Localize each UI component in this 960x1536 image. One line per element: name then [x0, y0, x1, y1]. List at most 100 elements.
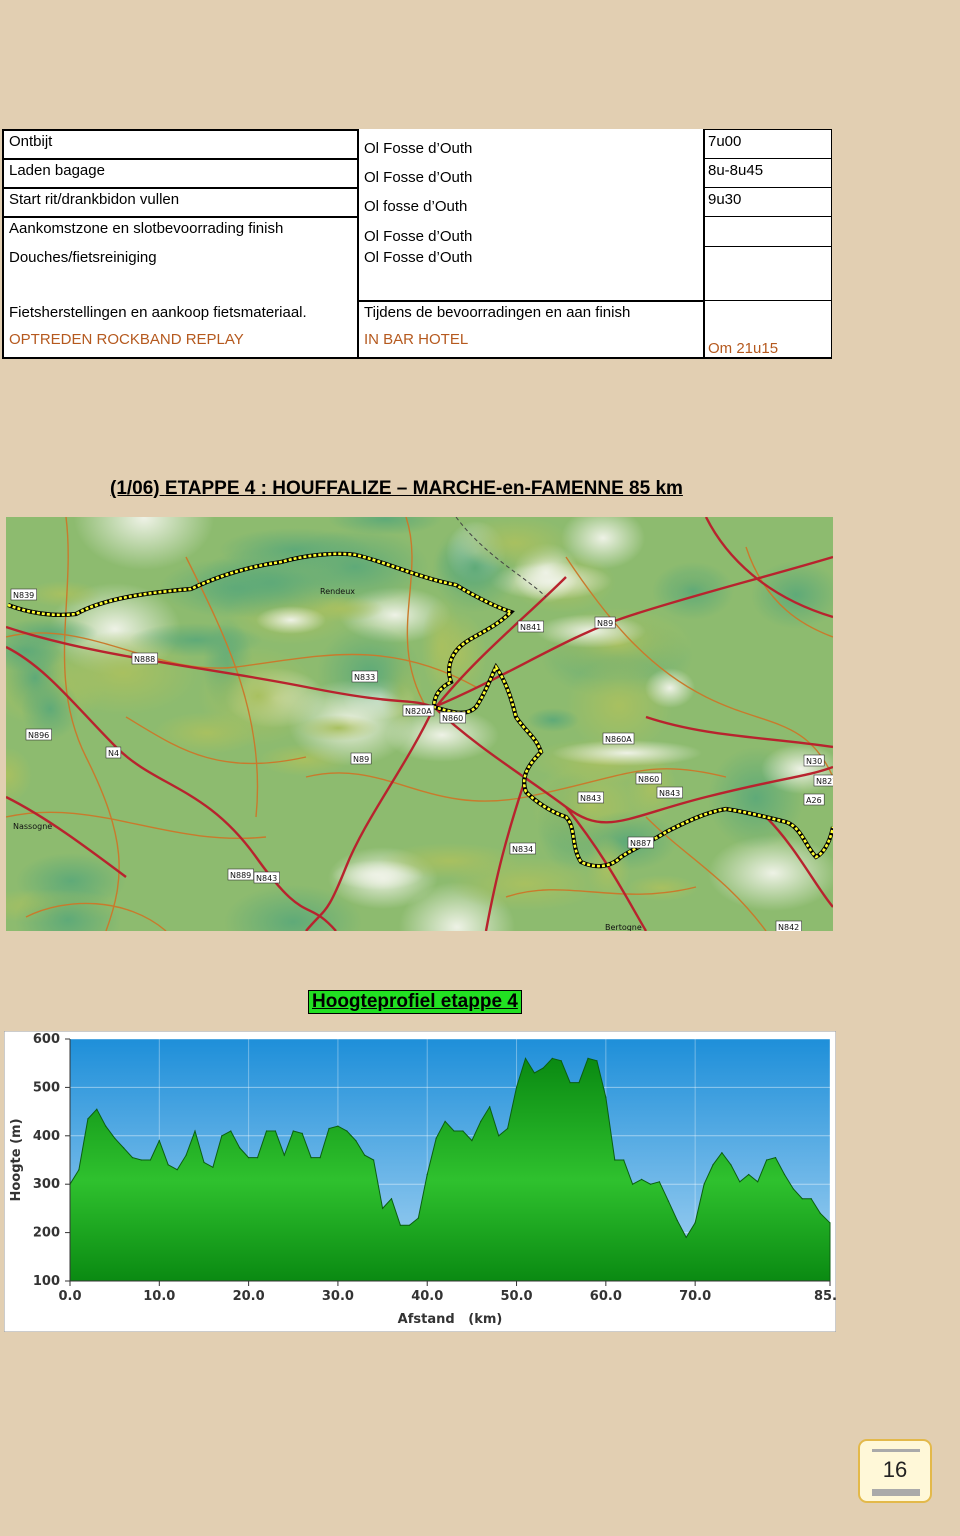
- schedule-activity: Ontbijt: [9, 133, 53, 150]
- elevation-point: [185, 1154, 187, 1156]
- elevation-point: [676, 1219, 678, 1222]
- elevation-point: [140, 1159, 142, 1161]
- elevation-point: [408, 1224, 410, 1226]
- elevation-point: [390, 1198, 393, 1200]
- profile-title-text: Hoogteprofiel etappe 4: [312, 991, 518, 1012]
- route-map: N839 Rendeux N841 N89 N888 N833 N820A N860 N896 N…: [6, 517, 833, 931]
- table-border: [831, 129, 832, 359]
- elevation-point: [489, 1106, 491, 1108]
- elevation-point: [444, 1120, 446, 1122]
- schedule-activity-highlight: OPTREDEN ROCKBAND REPLAY: [9, 331, 244, 348]
- schedule-location: Tijdens de bevoorradingen en aan finish: [364, 304, 631, 321]
- stage-title: (1/06) ETAPPE 4 : HOUFFALIZE – MARCHE-en…: [110, 478, 683, 500]
- elevation-point: [632, 1183, 634, 1185]
- table-border: [357, 129, 359, 359]
- road-label: N834: [512, 845, 533, 854]
- elevation-point: [265, 1130, 268, 1132]
- terrain-patch: [256, 606, 326, 634]
- elevation-point: [649, 1183, 652, 1185]
- elevation-point: [453, 1130, 455, 1132]
- elevation-point: [194, 1130, 196, 1132]
- stage-title-prefix: (1/06): [110, 478, 165, 499]
- page-number-badge: 16: [858, 1439, 932, 1503]
- schedule-time: 8u-8u45: [708, 162, 764, 179]
- elevation-point: [667, 1200, 670, 1202]
- table-border: [703, 129, 705, 359]
- elevation-point: [587, 1057, 589, 1059]
- elevation-point: [221, 1135, 223, 1137]
- elevation-point: [783, 1173, 786, 1176]
- schedule-activity: Aankomstzone en slotbevoorrading finish: [9, 220, 284, 237]
- road-label: N888: [134, 655, 155, 664]
- schedule-location: Ol Fosse d’Outh: [364, 140, 473, 157]
- y-tick-label: 600: [33, 1032, 60, 1047]
- table-border: [2, 129, 4, 359]
- elevation-point: [462, 1130, 464, 1132]
- elevation-point: [426, 1173, 428, 1176]
- road-label: A26: [806, 796, 822, 805]
- road-label: N820A: [405, 707, 432, 716]
- elevation-point: [319, 1157, 321, 1159]
- elevation-point: [829, 1222, 831, 1224]
- schedule-table: Ontbijt Laden bagage Start rit/drankbido…: [2, 129, 832, 359]
- elevation-point: [417, 1217, 419, 1219]
- schedule-activity: Fietsherstellingen en aankoop fietsmater…: [9, 304, 307, 321]
- road-label: Nassogne: [13, 822, 52, 831]
- elevation-point: [623, 1159, 625, 1161]
- road-label: N4: [108, 749, 119, 758]
- elevation-point: [149, 1159, 151, 1161]
- page-number: 16: [882, 1457, 908, 1482]
- elevation-point: [203, 1161, 205, 1163]
- terrain-patch: [457, 517, 573, 570]
- y-tick-label: 300: [33, 1177, 60, 1192]
- schedule-activity: Douches/fietsreiniging: [9, 249, 157, 266]
- elevation-point: [524, 1057, 527, 1059]
- x-tick-label: 85.1: [814, 1289, 836, 1304]
- schedule-activity: Start rit/drankbidon vullen: [9, 191, 180, 208]
- elevation-profile-chart: 600 500 400 300 200 1000.0 10.0 20.0 30.0 40.0 50.…: [4, 1031, 836, 1332]
- elevation-point: [239, 1147, 241, 1149]
- elevation-point: [810, 1198, 812, 1200]
- elevation-point: [123, 1147, 125, 1149]
- road-label: N843: [256, 874, 277, 883]
- elevation-point: [373, 1159, 375, 1161]
- elevation-point: [801, 1198, 803, 1200]
- elevation-point: [712, 1164, 714, 1166]
- schedule-location: Ol Fosse d’Outh: [364, 228, 473, 245]
- elevation-point: [766, 1159, 768, 1161]
- elevation-point: [515, 1086, 518, 1088]
- elevation-point: [480, 1120, 482, 1122]
- x-axis-label: Afstand (km): [398, 1312, 503, 1327]
- road-label: N887: [630, 839, 651, 848]
- elevation-point: [158, 1140, 160, 1142]
- elevation-point: [96, 1108, 98, 1110]
- elevation-point: [328, 1127, 330, 1130]
- table-border: [2, 129, 358, 131]
- road-label: N839: [13, 591, 34, 600]
- elevation-point: [256, 1157, 259, 1159]
- elevation-point: [212, 1166, 214, 1168]
- elevation-point: [105, 1125, 107, 1127]
- road-label: N860: [442, 714, 463, 723]
- y-tick-label: 500: [33, 1080, 60, 1095]
- x-tick-label: 70.0: [679, 1289, 711, 1304]
- elevation-point: [792, 1188, 795, 1190]
- elevation-point: [346, 1130, 348, 1132]
- elevation-point: [605, 1096, 607, 1098]
- elevation-point: [578, 1082, 580, 1084]
- elevation-point: [542, 1067, 544, 1069]
- elevation-point: [658, 1181, 661, 1183]
- road-label: Bertogne: [605, 923, 642, 931]
- elevation-point: [355, 1140, 357, 1142]
- x-tick-label: 30.0: [322, 1289, 354, 1304]
- elevation-point: [176, 1169, 178, 1171]
- elevation-point: [230, 1130, 232, 1132]
- elevation-point: [551, 1057, 553, 1059]
- schedule-time-highlight: Om 21u15: [708, 340, 779, 357]
- road-label: N827: [816, 777, 833, 786]
- road-label: N889: [230, 871, 251, 880]
- elevation-point: [131, 1157, 134, 1159]
- elevation-point: [703, 1183, 705, 1185]
- road-label: N841: [520, 623, 541, 632]
- elevation-point: [248, 1157, 250, 1159]
